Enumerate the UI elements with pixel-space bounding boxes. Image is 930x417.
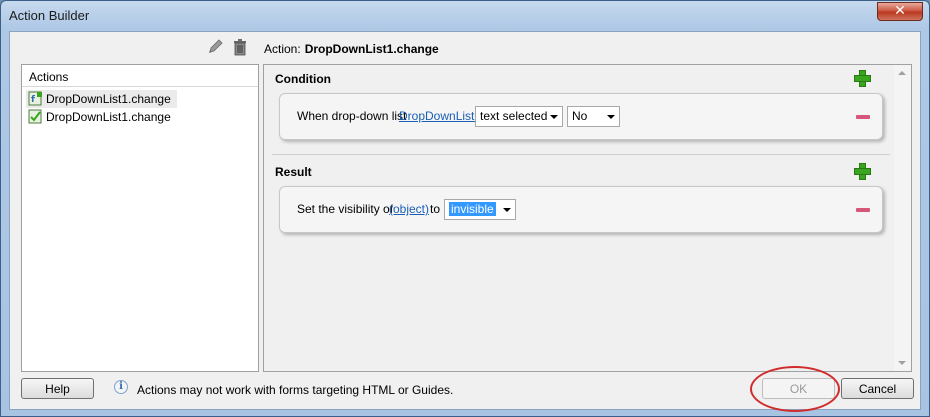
svg-text:f: f xyxy=(31,95,35,105)
chevron-down-icon xyxy=(607,115,615,119)
chevron-down-icon xyxy=(503,208,511,212)
actions-list-header: Actions xyxy=(22,65,258,87)
condition-event-value: text selected xyxy=(480,109,548,123)
trash-icon[interactable] xyxy=(232,38,248,56)
add-condition-icon[interactable] xyxy=(854,70,871,87)
actions-list-panel: Actions f DropDownList1.change DropDownL… xyxy=(21,64,259,372)
info-icon: i xyxy=(114,380,128,394)
condition-title: Condition xyxy=(275,72,331,86)
action-list-item[interactable]: f DropDownList1.change xyxy=(26,90,177,108)
action-heading: Action: DropDownList1.change xyxy=(264,42,439,56)
result-prefix: Set the visibility of xyxy=(297,202,394,216)
action-script-check-icon xyxy=(28,109,43,124)
scroll-down-icon[interactable] xyxy=(898,361,906,365)
result-connector: to xyxy=(430,202,441,216)
window-title: Action Builder xyxy=(9,8,90,23)
close-button[interactable]: ✕ xyxy=(877,2,923,21)
section-divider xyxy=(272,154,890,155)
condition-event-select[interactable]: text selected xyxy=(475,106,563,127)
result-object-link[interactable]: (object) xyxy=(389,202,429,216)
remove-condition-icon[interactable] xyxy=(856,115,870,119)
action-editor-panel: Condition When drop-down list DropDownLi… xyxy=(263,64,912,372)
add-result-icon[interactable] xyxy=(854,163,871,180)
condition-prefix: When drop-down list xyxy=(297,109,407,123)
visibility-value: invisible xyxy=(449,202,496,216)
dialog-body: Action: DropDownList1.change Actions f Dr… xyxy=(9,31,921,412)
action-builder-window: Action Builder ✕ Action: DropDownList1.c… xyxy=(0,0,930,417)
help-button[interactable]: Help xyxy=(21,378,94,399)
ok-highlight-circle xyxy=(750,366,840,412)
action-heading-label: Action: xyxy=(264,42,301,56)
result-rule: Set the visibility of (object) to invisi… xyxy=(279,186,883,233)
edit-icon[interactable] xyxy=(208,38,224,56)
condition-object-link[interactable]: DropDownList1 xyxy=(399,109,481,123)
action-script-icon: f xyxy=(28,91,43,106)
result-title: Result xyxy=(275,165,312,179)
cancel-button[interactable]: Cancel xyxy=(841,378,914,399)
toolbar xyxy=(208,38,252,58)
title-bar[interactable]: Action Builder ✕ xyxy=(1,1,929,30)
condition-value-value: No xyxy=(572,109,588,123)
chevron-down-icon xyxy=(550,115,558,119)
condition-rule: When drop-down list DropDownList1 text s… xyxy=(279,93,883,140)
remove-result-icon[interactable] xyxy=(856,208,870,212)
action-list-item-label: DropDownList1.change xyxy=(46,92,171,106)
vertical-scrollbar[interactable] xyxy=(894,65,911,371)
condition-value-select[interactable]: No xyxy=(567,106,620,127)
scroll-up-icon[interactable] xyxy=(898,71,906,75)
action-list-item[interactable]: DropDownList1.change xyxy=(26,108,177,126)
info-text: Actions may not work with forms targetin… xyxy=(137,383,454,397)
action-list-item-label: DropDownList1.change xyxy=(46,110,171,124)
visibility-select[interactable]: invisible xyxy=(444,199,516,220)
action-heading-value: DropDownList1.change xyxy=(304,42,439,56)
